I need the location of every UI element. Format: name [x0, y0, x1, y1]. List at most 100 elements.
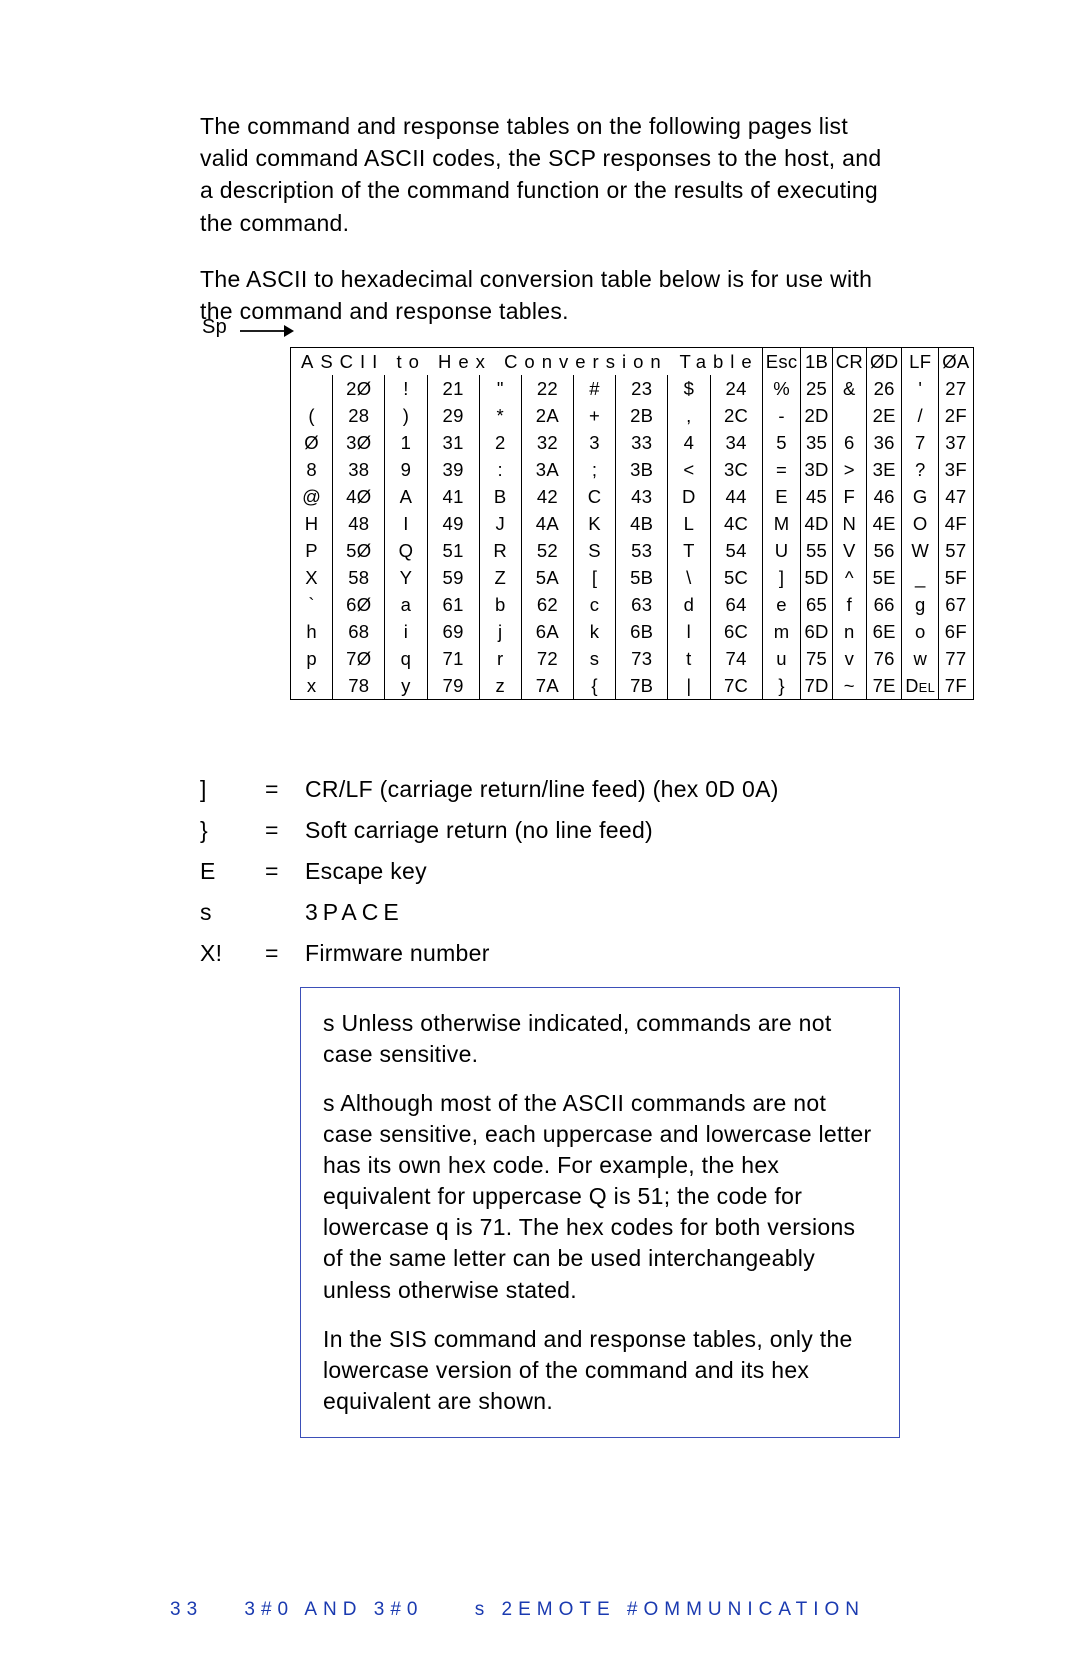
- hex-code: 2B: [616, 402, 668, 429]
- page-number: 33: [170, 1599, 203, 1621]
- ascii-char: J: [479, 510, 521, 537]
- ascii-char: j: [479, 618, 521, 645]
- hex-code: 25: [801, 375, 832, 402]
- ascii-char: K: [573, 510, 615, 537]
- lf-label: LF: [902, 348, 939, 376]
- hex-code: 27: [939, 375, 973, 402]
- table-row: H48I49J4AK4BL4CM4DN4EO4F: [291, 510, 974, 537]
- hex-code: 4B: [616, 510, 668, 537]
- def-description: Firmware number: [305, 940, 900, 967]
- ascii-char: 2: [479, 429, 521, 456]
- hex-code: 42: [521, 483, 573, 510]
- ascii-char: p: [291, 645, 333, 672]
- ascii-char: 1: [385, 429, 427, 456]
- hex-code: 68: [333, 618, 385, 645]
- hex-code: 24: [710, 375, 762, 402]
- ascii-char: S: [573, 537, 615, 564]
- ascii-char: !: [385, 375, 427, 402]
- ascii-char: f: [832, 591, 866, 618]
- ascii-char: t: [668, 645, 710, 672]
- hex-code: 63: [616, 591, 668, 618]
- hex-code: 22: [521, 375, 573, 402]
- ascii-char: C: [573, 483, 615, 510]
- hex-code: 75: [801, 645, 832, 672]
- hex-code: 3F: [939, 456, 973, 483]
- cr-label: CR: [832, 348, 866, 376]
- hex-code: 2A: [521, 402, 573, 429]
- hex-code: 41: [427, 483, 479, 510]
- ascii-char: N: [832, 510, 866, 537]
- ascii-char: E: [762, 483, 801, 510]
- ascii-char: D: [668, 483, 710, 510]
- ascii-char: A: [385, 483, 427, 510]
- ascii-char: 4: [668, 429, 710, 456]
- hex-code: 43: [616, 483, 668, 510]
- hex-code: 2F: [939, 402, 973, 429]
- table-title: ASCII to Hex Conversion Table: [291, 348, 763, 376]
- ascii-char: *: [479, 402, 521, 429]
- hex-code: 47: [939, 483, 973, 510]
- ascii-char: 5: [762, 429, 801, 456]
- ascii-char: ^: [832, 564, 866, 591]
- cr-hex: ØD: [867, 348, 902, 376]
- hex-code: 35: [801, 429, 832, 456]
- ascii-char: B: [479, 483, 521, 510]
- hex-code: 7E: [867, 672, 902, 700]
- hex-code: 34: [710, 429, 762, 456]
- hex-code: 32: [521, 429, 573, 456]
- hex-code: 7A: [521, 672, 573, 700]
- hex-code: 4F: [939, 510, 973, 537]
- intro-paragraph-1: The command and response tables on the f…: [200, 110, 900, 239]
- note-1: s Unless otherwise indicated, commands a…: [323, 1008, 877, 1070]
- ascii-char: y: [385, 672, 427, 700]
- hex-code: 79: [427, 672, 479, 700]
- ascii-char: k: [573, 618, 615, 645]
- hex-code: 7F: [939, 672, 973, 700]
- note-2: s Although most of the ASCII commands ar…: [323, 1088, 877, 1305]
- ascii-char: ): [385, 402, 427, 429]
- hex-code: 3B: [616, 456, 668, 483]
- ascii-char: F: [832, 483, 866, 510]
- symbol-definitions: ]=CR/LF (carriage return/line feed) (hex…: [200, 776, 900, 967]
- hex-code: 5A: [521, 564, 573, 591]
- ascii-char: O: [902, 510, 939, 537]
- ascii-char: [291, 375, 333, 402]
- hex-code: 4D: [801, 510, 832, 537]
- table-row: 2Ø!21"22#23$24%25&26'27: [291, 375, 974, 402]
- note-3: In the SIS command and response tables, …: [323, 1324, 877, 1417]
- hex-code: 37: [939, 429, 973, 456]
- ascii-char: \: [668, 564, 710, 591]
- ascii-char: d: [668, 591, 710, 618]
- def-symbol: X!: [200, 940, 265, 967]
- ascii-char: b: [479, 591, 521, 618]
- ascii-char: -: [762, 402, 801, 429]
- ascii-char: v: [832, 645, 866, 672]
- ascii-char: 8: [291, 456, 333, 483]
- hex-code: 48: [333, 510, 385, 537]
- ascii-char: ;: [573, 456, 615, 483]
- def-symbol: s: [200, 899, 265, 926]
- def-equals: =: [265, 858, 305, 885]
- ascii-char: q: [385, 645, 427, 672]
- ascii-char: ": [479, 375, 521, 402]
- hex-code: 3E: [867, 456, 902, 483]
- hex-code: 46: [867, 483, 902, 510]
- ascii-char: <: [668, 456, 710, 483]
- def-equals: =: [265, 776, 305, 803]
- ascii-char: ~: [832, 672, 866, 700]
- hex-code: 66: [867, 591, 902, 618]
- ascii-char: (: [291, 402, 333, 429]
- ascii-char: l: [668, 618, 710, 645]
- table-row: (28)29*2A+2B,2C-2D2E/2F: [291, 402, 974, 429]
- ascii-char: [832, 402, 866, 429]
- hex-code: 7D: [801, 672, 832, 700]
- space-indicator-label: Sp: [202, 316, 227, 339]
- def-symbol: }: [200, 817, 265, 844]
- hex-code: 6A: [521, 618, 573, 645]
- hex-code: 58: [333, 564, 385, 591]
- hex-code: 39: [427, 456, 479, 483]
- ascii-char: g: [902, 591, 939, 618]
- hex-code: 55: [801, 537, 832, 564]
- ascii-char: e: [762, 591, 801, 618]
- page-footer: 33 3#0 AND 3#0 s 2EMOTE #OMMUNICATION: [170, 1599, 865, 1621]
